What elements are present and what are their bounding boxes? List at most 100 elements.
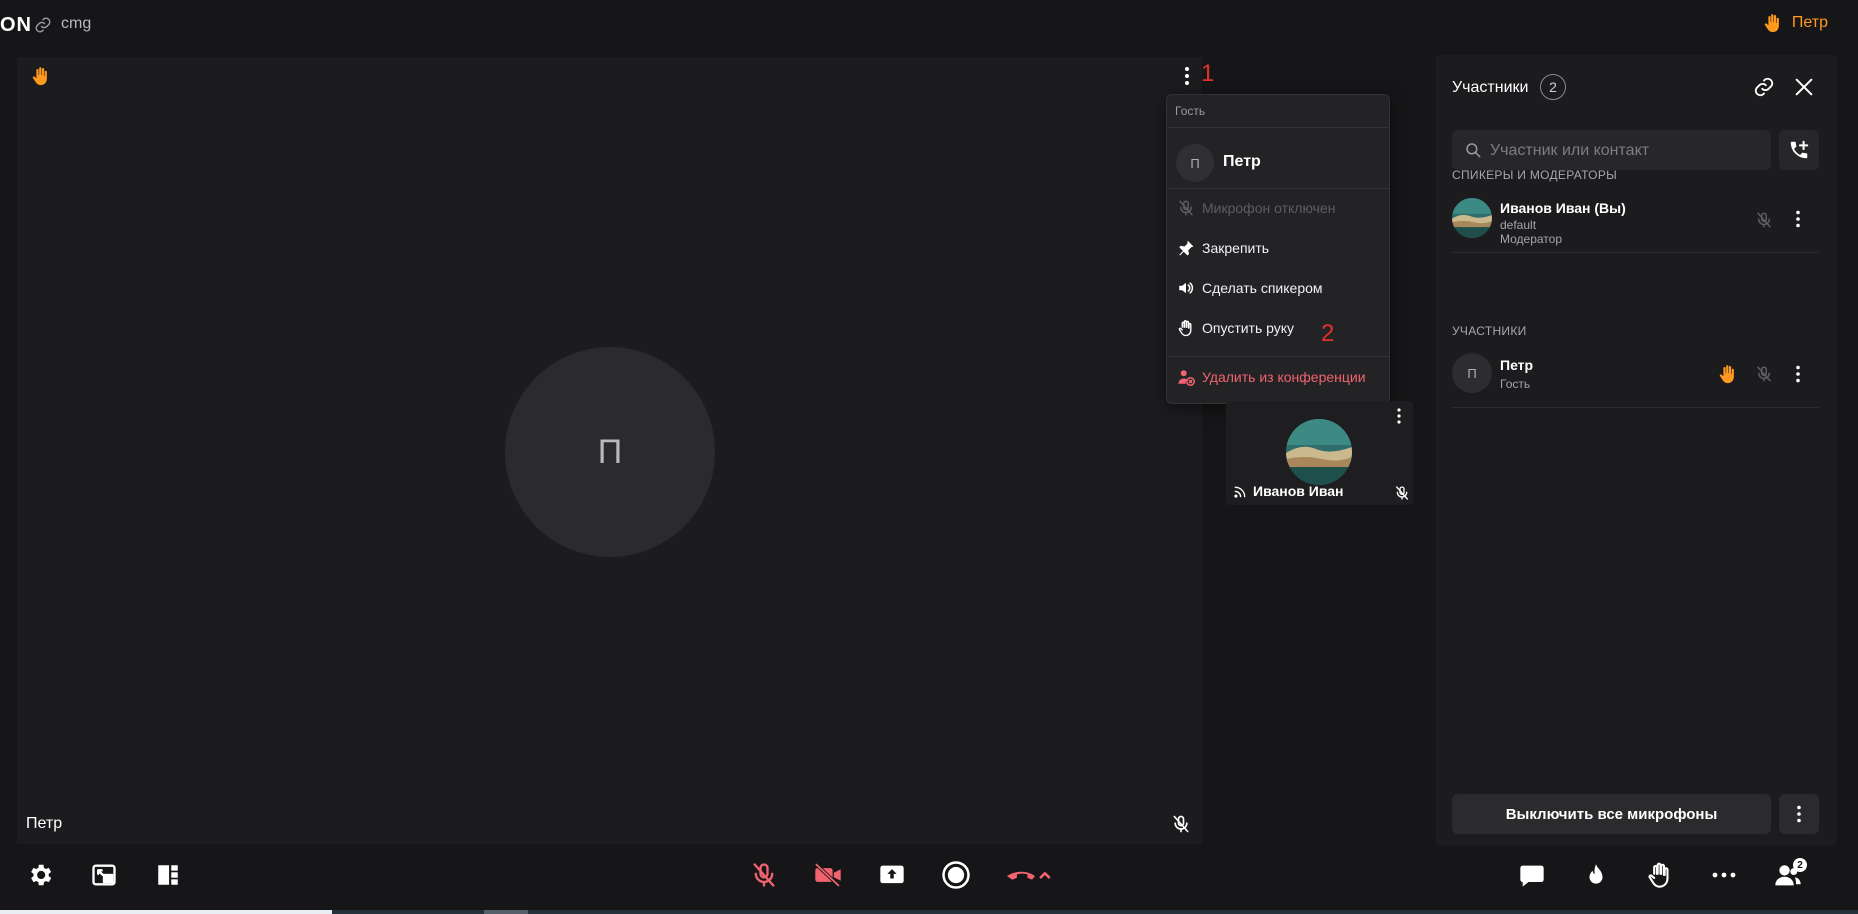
mic-off-icon (1171, 813, 1191, 835)
current-user-name: Петр (1791, 14, 1828, 31)
close-panel-button[interactable] (1793, 76, 1815, 98)
search-icon (1464, 141, 1482, 159)
menu-item-lower-hand[interactable]: Опустить руку (1177, 319, 1294, 337)
participant-more-button[interactable] (1792, 364, 1804, 384)
section-speakers-label: СПИКЕРЫ И МОДЕРАТОРЫ (1452, 168, 1618, 182)
divider (1167, 188, 1389, 189)
menu-participant-avatar: П (1176, 144, 1214, 182)
microphone-toggle-button[interactable] (744, 855, 784, 895)
layout-icon (158, 865, 178, 885)
more-options-button[interactable] (1704, 855, 1744, 895)
mic-off-icon[interactable] (1755, 364, 1773, 384)
main-video-stage: 1 П Петр (17, 57, 1214, 844)
participant-avatar-image (1286, 419, 1352, 485)
hand-icon (1648, 862, 1669, 888)
participant-row[interactable]: П Петр Гость (1452, 345, 1819, 408)
more-horizontal-icon (1712, 872, 1736, 878)
settings-button[interactable] (20, 855, 60, 895)
participant-video-tile[interactable]: Иванов Иван (1226, 401, 1413, 505)
bottom-strip-segment (0, 910, 332, 914)
more-vertical-icon (1796, 365, 1800, 383)
pip-icon (92, 864, 116, 886)
divider (1167, 356, 1389, 357)
more-vertical-icon (1397, 408, 1401, 424)
phone-plus-icon (1790, 140, 1809, 159)
menu-item-mic-off: Микрофон отключен (1177, 199, 1335, 217)
menu-item-pin[interactable]: Закрепить (1177, 239, 1269, 257)
record-button[interactable] (936, 855, 976, 895)
avatar: П (1452, 353, 1492, 393)
share-screen-button[interactable] (872, 855, 912, 895)
mic-off-icon (1394, 484, 1410, 502)
avatar (1452, 198, 1492, 238)
raised-hand-icon (30, 65, 52, 87)
search-input[interactable] (1488, 130, 1762, 172)
panel-more-button[interactable] (1779, 794, 1819, 834)
speaker-device: default (1500, 218, 1537, 232)
participant-count-badge: 2 (1540, 74, 1566, 100)
close-icon (1795, 78, 1813, 96)
hang-up-icon (1007, 871, 1051, 880)
annotation-marker-1: 1 (1201, 60, 1215, 87)
speaker-more-button[interactable] (1792, 209, 1804, 229)
speaker-icon (1177, 279, 1195, 297)
current-user[interactable]: Петр (1762, 12, 1828, 34)
picture-in-picture-button[interactable] (84, 855, 124, 895)
raised-hand-icon (1762, 12, 1784, 34)
participants-count-badge: 2 (1793, 858, 1807, 872)
record-icon (942, 861, 970, 889)
remove-user-icon (1177, 368, 1195, 386)
menu-participant-role: Гость (1175, 104, 1206, 118)
menu-item-make-speaker[interactable]: Сделать спикером (1177, 279, 1323, 297)
leave-call-button[interactable] (1000, 855, 1056, 895)
panel-title: Участники (1452, 79, 1529, 96)
menu-participant-name: Петр (1223, 153, 1261, 170)
add-call-button[interactable] (1779, 130, 1819, 170)
more-vertical-icon (1797, 805, 1801, 823)
top-bar: ON cmg Петр (0, 0, 1858, 50)
mic-off-icon[interactable] (1755, 210, 1773, 230)
participant-search (1452, 130, 1771, 172)
menu-item-remove[interactable]: Удалить из конференции (1177, 368, 1366, 386)
chat-icon (1520, 865, 1544, 887)
tile-menu-button[interactable] (1393, 407, 1405, 425)
participant-name: Петр (1500, 357, 1534, 373)
participant-avatar-large: П (505, 347, 715, 557)
speaker-name: Иванов Иван (Вы) (1500, 200, 1626, 216)
speaker-row[interactable]: Иванов Иван (Вы) default Модератор (1452, 190, 1819, 253)
mute-all-button[interactable]: Выключить все микрофоны (1452, 794, 1771, 834)
reactions-button[interactable] (1576, 855, 1616, 895)
bottom-strip-segment (484, 910, 528, 914)
more-vertical-icon (1185, 67, 1189, 85)
participants-panel: Участники 2 СПИКЕРЫ И МОДЕРАТОРЫ Иванов … (1436, 55, 1837, 846)
chat-button[interactable] (1512, 855, 1552, 895)
share-screen-icon (880, 865, 904, 884)
link-icon (34, 16, 52, 34)
raise-hand-button[interactable] (1640, 855, 1680, 895)
mic-off-icon (753, 863, 775, 887)
room-name[interactable]: cmg (61, 15, 91, 33)
speaker-role: Модератор (1500, 232, 1563, 246)
camera-toggle-button[interactable] (808, 855, 848, 895)
participant-name-label: Петр (26, 815, 63, 832)
pin-icon (1177, 239, 1195, 257)
participant-context-menu: Гость П Петр Микрофон отключен Закрепить… (1166, 94, 1390, 404)
link-icon (1754, 77, 1774, 97)
lower-hand-icon (1177, 319, 1195, 337)
layout-button[interactable] (148, 855, 188, 895)
section-participants-label: УЧАСТНИКИ (1452, 324, 1527, 338)
participant-menu-button[interactable] (1177, 65, 1197, 87)
participants-button[interactable]: 2 (1768, 855, 1808, 895)
gear-icon (31, 864, 52, 886)
annotation-marker-2: 2 (1321, 320, 1335, 347)
raised-hand-icon[interactable] (1717, 363, 1739, 385)
flame-icon (1589, 864, 1603, 884)
more-vertical-icon (1796, 210, 1800, 228)
camera-off-icon (815, 863, 841, 887)
divider (1167, 127, 1389, 128)
copy-link-button[interactable] (1753, 76, 1775, 98)
brand-logo: ON (0, 14, 32, 36)
stream-icon (1233, 485, 1247, 499)
mic-off-icon (1177, 199, 1195, 217)
participant-role: Гость (1500, 377, 1531, 391)
